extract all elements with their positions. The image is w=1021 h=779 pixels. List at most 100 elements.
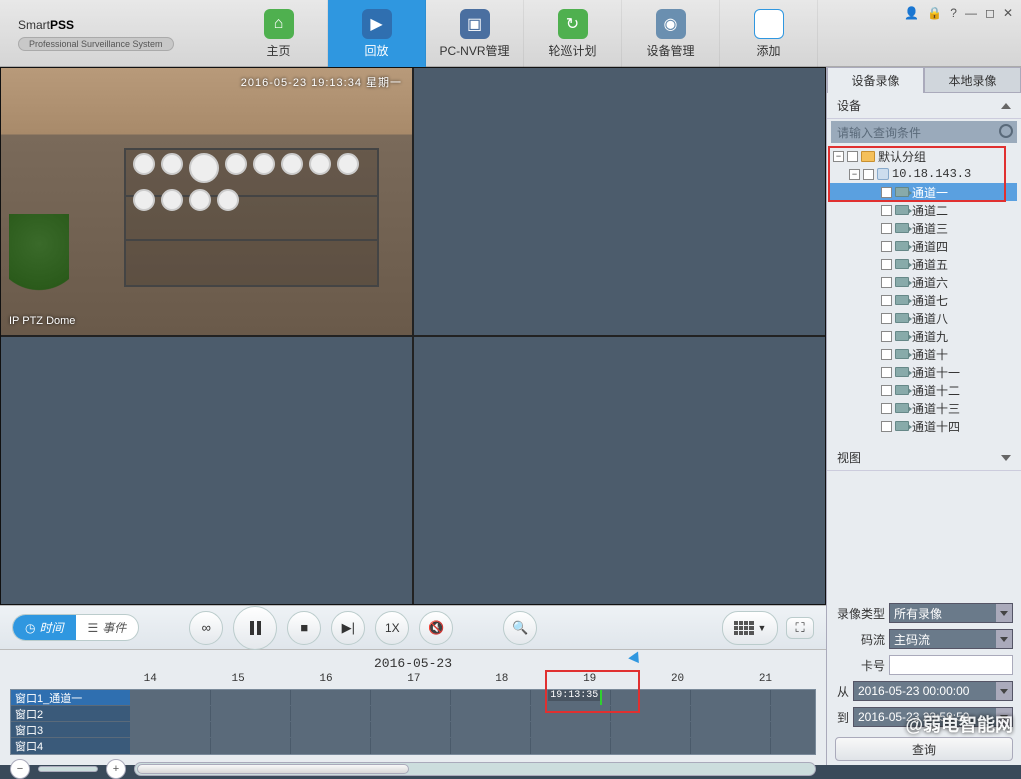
collapse-icon[interactable]: − (833, 151, 844, 162)
tree-channel-row[interactable]: 通道四 (829, 237, 1017, 255)
card-input[interactable] (889, 655, 1013, 675)
close-icon[interactable]: ✕ (1003, 6, 1013, 20)
help-icon[interactable]: ? (950, 6, 957, 20)
tab-add[interactable]: +添加 (720, 0, 818, 67)
timeline-track[interactable] (131, 722, 815, 737)
checkbox[interactable] (881, 313, 892, 324)
zoom-slider[interactable] (38, 766, 98, 772)
tree-channel-row[interactable]: 通道三 (829, 219, 1017, 237)
add-icon: + (754, 9, 784, 39)
sync-button[interactable]: ∞ (189, 611, 223, 645)
tree-channel-row[interactable]: 通道六 (829, 273, 1017, 291)
tab-device-record[interactable]: 设备录像 (827, 67, 924, 93)
accordion-device-header[interactable]: 设备 (827, 93, 1021, 119)
pause-button[interactable] (233, 606, 277, 650)
zoom-in-button[interactable]: + (106, 759, 126, 779)
checkbox[interactable] (881, 295, 892, 306)
tree-group-row[interactable]: −默认分组 (829, 147, 1017, 165)
tree-channel-row[interactable]: 通道十一 (829, 363, 1017, 381)
stream-select[interactable]: 主码流 (889, 629, 1013, 649)
video-cell-4[interactable] (414, 337, 825, 604)
checkbox[interactable] (881, 331, 892, 342)
video-cell-2[interactable] (414, 68, 825, 335)
tree-channel-row[interactable]: 通道七 (829, 291, 1017, 309)
tree-channel-row[interactable]: 通道十四 (829, 417, 1017, 435)
minimize-icon[interactable]: — (965, 6, 977, 20)
checkbox[interactable] (881, 187, 892, 198)
checkbox[interactable] (881, 421, 892, 432)
checkbox[interactable] (847, 151, 858, 162)
timeline-row[interactable]: 窗口1_通道一19:13:35 (11, 690, 815, 706)
tab-device[interactable]: ◉设备管理 (622, 0, 720, 67)
scrollbar-thumb[interactable] (137, 764, 409, 774)
tree-channel-row[interactable]: 通道一 (829, 183, 1017, 201)
device-icon: ◉ (656, 9, 686, 39)
layout-select-button[interactable]: ▼ (722, 611, 778, 645)
checkbox[interactable] (881, 367, 892, 378)
camera-icon (895, 295, 909, 305)
collapse-icon[interactable]: − (849, 169, 860, 180)
tree-channel-row[interactable]: 通道八 (829, 309, 1017, 327)
next-frame-button[interactable]: ▶| (331, 611, 365, 645)
mode-event-button[interactable]: ☰ 事件 (76, 615, 139, 640)
playback-icon: ▶ (362, 9, 392, 39)
timeline-cursor[interactable] (600, 690, 602, 705)
tree-channel-row[interactable]: 通道十二 (829, 381, 1017, 399)
checkbox[interactable] (881, 385, 892, 396)
window-controls: 👤 🔒 ? — ◻ ✕ (904, 6, 1013, 20)
zoom-out-button[interactable]: − (10, 759, 30, 779)
accordion-view-header[interactable]: 视图 (827, 445, 1021, 471)
checkbox[interactable] (881, 277, 892, 288)
tree-channel-row[interactable]: 通道二 (829, 201, 1017, 219)
device-search-input[interactable]: 请输入查询条件 (831, 121, 1017, 143)
tree-channel-row[interactable]: 通道九 (829, 327, 1017, 345)
checkbox[interactable] (881, 349, 892, 360)
camera-icon (895, 403, 909, 413)
tree-channel-row[interactable]: 通道十三 (829, 399, 1017, 417)
checkbox[interactable] (881, 205, 892, 216)
tab-tour[interactable]: ↻轮巡计划 (524, 0, 622, 67)
rec-type-select[interactable]: 所有录像 (889, 603, 1013, 623)
timeline-track[interactable]: 19:13:35 (131, 690, 815, 705)
tab-pcnvr[interactable]: ▣PC-NVR管理 (426, 0, 524, 67)
lock-icon[interactable]: 🔒 (927, 6, 942, 20)
checkbox[interactable] (881, 223, 892, 234)
stop-button[interactable]: ■ (287, 611, 321, 645)
tree-channel-row[interactable]: 通道五 (829, 255, 1017, 273)
checkbox[interactable] (881, 403, 892, 414)
channel-label: 通道十四 (912, 418, 960, 435)
maximize-icon[interactable]: ◻ (985, 6, 995, 20)
checkbox[interactable] (863, 169, 874, 180)
timeline-row[interactable]: 窗口2 (11, 706, 815, 722)
query-form: 录像类型所有录像 码流主码流 卡号 从2016-05-23 00:00:00 到… (827, 597, 1021, 733)
tab-home[interactable]: ⌂主页 (230, 0, 328, 67)
timeline-scrollbar[interactable] (134, 762, 816, 776)
timeline-tick: 15 (232, 673, 245, 685)
query-button[interactable]: 查询 (835, 737, 1013, 761)
mute-button[interactable]: 🔇 (419, 611, 453, 645)
tab-local-record[interactable]: 本地录像 (924, 67, 1021, 93)
video-cell-1[interactable]: 2016-05-23 19:13:34 星期一 IP PTZ Dome (1, 68, 412, 335)
timeline-zoom-controls: − + (10, 759, 816, 779)
video-cell-3[interactable] (1, 337, 412, 604)
user-icon[interactable]: 👤 (904, 6, 919, 20)
speed-button[interactable]: 1X (375, 611, 409, 645)
dropdown-icon (996, 682, 1012, 700)
tree-device-row[interactable]: −10.18.143.3 (829, 165, 1017, 183)
video-feed-scene (1, 68, 412, 335)
timeline-row[interactable]: 窗口3 (11, 722, 815, 738)
nvr-icon: ▣ (460, 9, 490, 39)
from-datetime-input[interactable]: 2016-05-23 00:00:00 (853, 681, 1013, 701)
zoom-button[interactable]: 🔍 (503, 611, 537, 645)
timeline-track[interactable] (131, 706, 815, 721)
to-datetime-input[interactable]: 2016-05-23 23:59:59 (853, 707, 1013, 727)
checkbox[interactable] (881, 259, 892, 270)
camera-icon (895, 349, 909, 359)
timeline-row[interactable]: 窗口4 (11, 738, 815, 754)
tab-playback[interactable]: ▶回放 (328, 0, 426, 67)
mode-time-button[interactable]: ◷ 时间 (13, 615, 76, 640)
fullscreen-button[interactable]: ⛶ (786, 617, 814, 639)
checkbox[interactable] (881, 241, 892, 252)
timeline-track[interactable] (131, 738, 815, 754)
tree-channel-row[interactable]: 通道十 (829, 345, 1017, 363)
